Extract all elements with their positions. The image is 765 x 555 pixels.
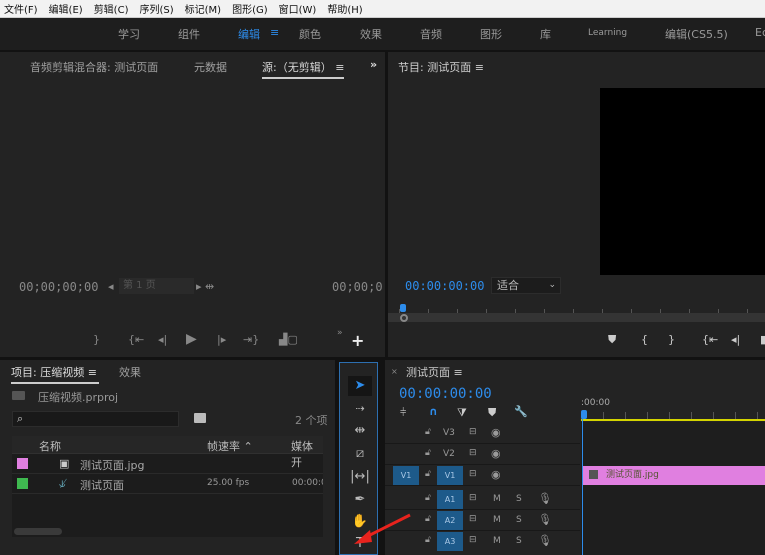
- arrow-shaft: [365, 513, 411, 539]
- arrow-head-icon: [354, 530, 372, 544]
- annotation-arrow: [354, 513, 411, 544]
